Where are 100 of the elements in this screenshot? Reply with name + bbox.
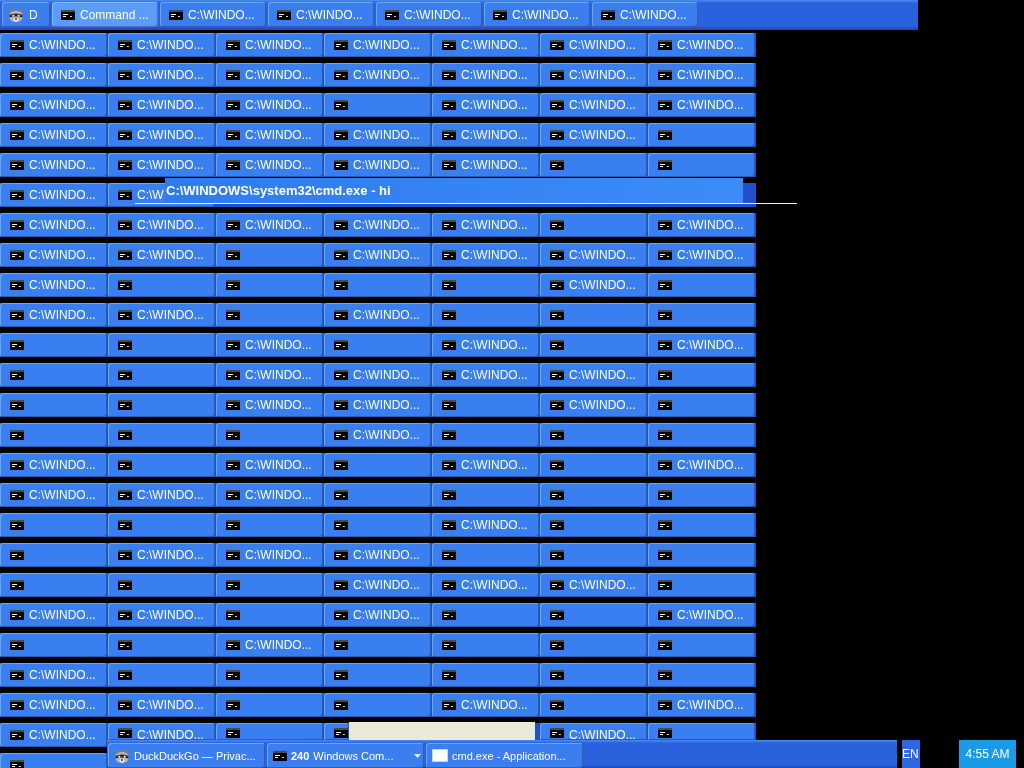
taskbar-button[interactable]: C:\WINDO... [432, 333, 539, 357]
taskbar-button[interactable]: C:\WINDO... [432, 693, 539, 717]
taskbar-button[interactable]: DuckDuckGo — Privac... [108, 743, 265, 768]
taskbar-button[interactable] [324, 723, 349, 740]
taskbar-button[interactable]: C:\WINDO... [540, 393, 647, 417]
taskbar-button[interactable] [432, 303, 539, 327]
taskbar-button[interactable] [432, 663, 539, 687]
taskbar-button[interactable] [108, 423, 215, 447]
taskbar-button[interactable]: C:\WINDO... [324, 213, 431, 237]
taskbar-button[interactable] [108, 513, 215, 537]
taskbar-button[interactable]: C:\WINDO... [108, 483, 215, 507]
taskbar-button[interactable] [648, 153, 755, 177]
taskbar-button[interactable]: C:\WINDO... [540, 123, 647, 147]
taskbar-button[interactable] [648, 303, 755, 327]
taskbar-button[interactable] [0, 513, 107, 537]
taskbar-button[interactable]: C:\WINDO... [216, 93, 323, 117]
taskbar-button[interactable]: C:\WINDO... [540, 363, 647, 387]
taskbar-button[interactable] [216, 693, 323, 717]
taskbar-button[interactable] [432, 273, 539, 297]
taskbar-button[interactable]: C:\WINDO... [324, 573, 431, 597]
taskbar-button[interactable] [216, 663, 323, 687]
taskbar-button[interactable]: C:\WINDO... [108, 243, 215, 267]
taskbar-button[interactable] [648, 513, 755, 537]
taskbar-button[interactable]: C:\WINDO... [432, 63, 539, 87]
taskbar-button[interactable]: C:\WINDO... [432, 513, 539, 537]
taskbar-button[interactable]: C:\WINDO... [540, 63, 647, 87]
taskbar-button[interactable] [432, 543, 539, 567]
taskbar-button[interactable] [324, 693, 431, 717]
taskbar-button[interactable] [216, 303, 323, 327]
taskbar-button[interactable] [108, 573, 215, 597]
taskbar-button[interactable] [648, 663, 755, 687]
taskbar-button[interactable]: C:\WINDO... [540, 273, 647, 297]
taskbar-button[interactable]: C:\WINDO... [648, 93, 755, 117]
taskbar-button[interactable]: C:\WINDO... [324, 243, 431, 267]
taskbar-button[interactable]: C:\WINDO... [432, 123, 539, 147]
language-indicator[interactable]: EN [902, 740, 920, 768]
taskbar-button[interactable] [540, 663, 647, 687]
taskbar-button[interactable]: C:\WINDO... [216, 213, 323, 237]
taskbar-button[interactable] [648, 483, 755, 507]
taskbar-button[interactable]: C:\WINDO... [216, 483, 323, 507]
taskbar-button[interactable]: C:\WINDO... [216, 633, 323, 657]
taskbar-button[interactable]: C:\WINDO... [324, 423, 431, 447]
taskbar-button[interactable]: C:\WINDO... [0, 453, 107, 477]
taskbar-button[interactable]: C:\WINDO... [324, 63, 431, 87]
taskbar-button[interactable]: C:\WINDO... [648, 603, 755, 627]
taskbar-button[interactable] [648, 573, 755, 597]
taskbar-button[interactable] [540, 213, 647, 237]
taskbar-button[interactable]: C:\WINDO... [268, 2, 374, 27]
taskbar-button[interactable]: C:\WINDO... [108, 723, 215, 740]
taskbar-button[interactable]: C:\WINDO... [540, 33, 647, 57]
taskbar-button[interactable] [108, 663, 215, 687]
taskbar-button[interactable]: C:\WINDO... [540, 93, 647, 117]
taskbar-button[interactable]: C:\WINDO... [0, 243, 107, 267]
taskbar-button[interactable]: C:\WINDO... [324, 393, 431, 417]
taskbar-button[interactable]: C:\WINDO... [0, 723, 107, 747]
taskbar-button[interactable] [540, 513, 647, 537]
taskbar-button[interactable]: C:\WINDO... [216, 123, 323, 147]
taskbar-button[interactable]: cmd.exe - Application... [426, 743, 583, 768]
taskbar-button[interactable] [648, 123, 755, 147]
taskbar-button[interactable]: C:\WINDO... [648, 33, 755, 57]
taskbar-button[interactable] [0, 363, 107, 387]
taskbar-button[interactable] [540, 543, 647, 567]
taskbar-button[interactable] [108, 363, 215, 387]
taskbar-button[interactable]: C:\WINDO... [592, 2, 698, 27]
taskbar-button[interactable]: C:\WINDO... [0, 63, 107, 87]
taskbar-button[interactable]: C:\WINDO... [484, 2, 590, 27]
taskbar-button[interactable]: C:\WINDO... [432, 93, 539, 117]
taskbar-button[interactable]: C:\WINDO... [0, 693, 107, 717]
taskbar-button[interactable] [540, 153, 647, 177]
taskbar-button[interactable] [540, 453, 647, 477]
taskbar-button[interactable]: C:\WINDO... [324, 153, 431, 177]
taskbar-button[interactable] [540, 483, 647, 507]
taskbar-button[interactable] [216, 423, 323, 447]
taskbar-button[interactable]: C:\WINDO... [540, 573, 647, 597]
taskbar-button[interactable] [108, 393, 215, 417]
taskbar-button[interactable]: C:\WINDO... [216, 63, 323, 87]
taskbar-button[interactable] [0, 633, 107, 657]
taskbar-button[interactable] [108, 333, 215, 357]
taskbar-button[interactable] [540, 693, 647, 717]
taskbar-button[interactable]: C:\WINDO... [432, 573, 539, 597]
taskbar-button[interactable]: C:\WINDO... [108, 33, 215, 57]
taskbar-button[interactable] [648, 723, 755, 740]
taskbar-button[interactable] [648, 363, 755, 387]
taskbar-button[interactable]: C:\WINDO... [0, 93, 107, 117]
taskbar-button[interactable]: C:\WINDO... [540, 723, 647, 740]
taskbar-button[interactable]: 240 Windows Com... [267, 743, 424, 768]
taskbar-button[interactable] [108, 633, 215, 657]
taskbar-button[interactable]: C:\WINDO... [432, 363, 539, 387]
taskbar-button[interactable] [648, 273, 755, 297]
taskbar-button[interactable]: C:\WINDO... [0, 153, 107, 177]
taskbar-button[interactable]: C:\WINDO... [648, 243, 755, 267]
taskbar-button[interactable] [648, 543, 755, 567]
taskbar-button[interactable] [0, 543, 107, 567]
taskbar-button[interactable]: C:\WINDO... [0, 483, 107, 507]
taskbar-button[interactable] [324, 663, 431, 687]
taskbar-button[interactable] [324, 453, 431, 477]
taskbar-button[interactable] [432, 393, 539, 417]
taskbar-button[interactable]: C:\WINDO... [648, 213, 755, 237]
taskbar-button[interactable] [108, 453, 215, 477]
taskbar-button[interactable] [324, 93, 431, 117]
